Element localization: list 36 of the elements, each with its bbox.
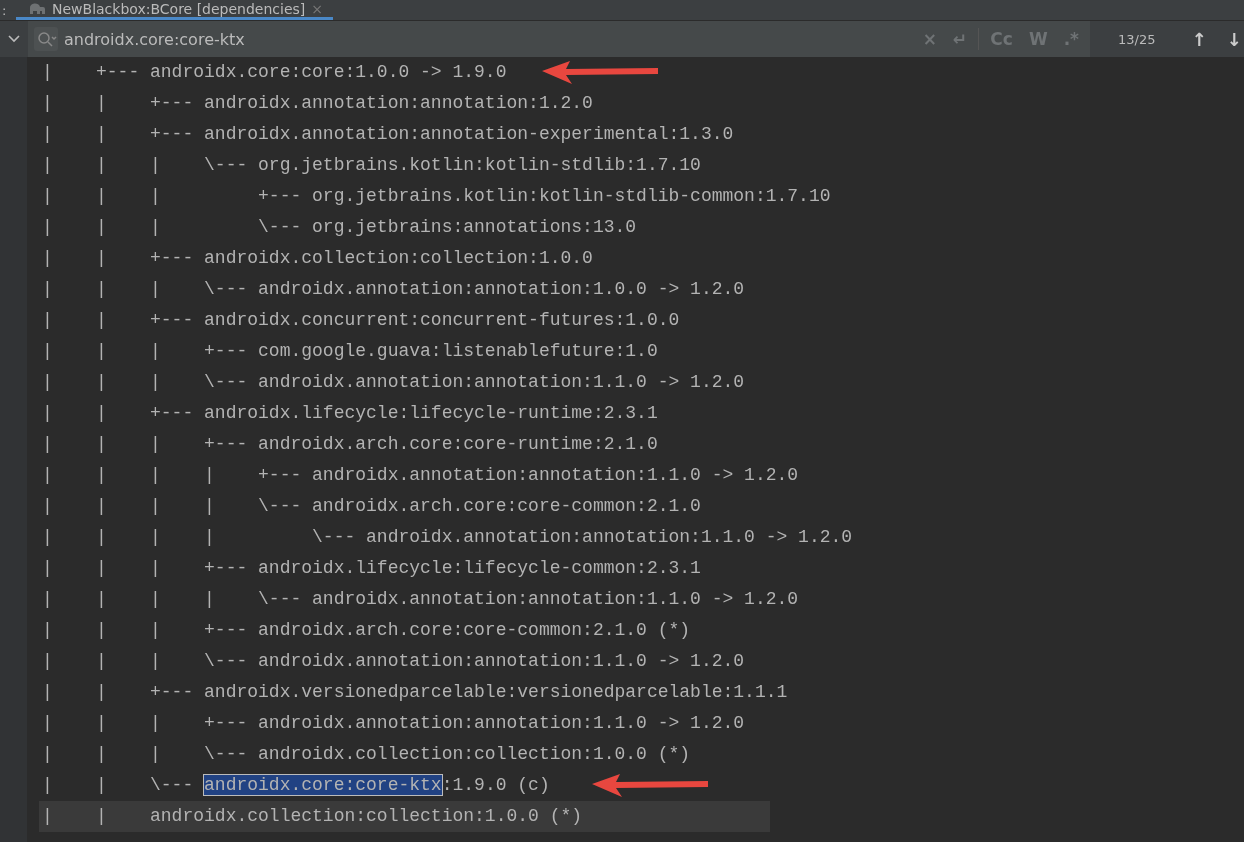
console-line: | | | | +--- androidx.annotation:annotation:1.1.0 -> 1.2.0	[42, 464, 799, 487]
elephant-icon	[28, 2, 46, 15]
console-line: :1.9.0 (c)	[441, 775, 550, 795]
console-line: | | | | \--- androidx.arch.core:core-common:2.1.0	[42, 495, 701, 518]
close-icon[interactable]: ×	[311, 0, 324, 17]
console-line: | | | +--- com.google.guava:listenablefuture:1.0	[42, 340, 658, 363]
search-option-toggle[interactable]: .*	[1058, 29, 1084, 49]
console-line: | | | +--- androidx.lifecycle:lifecycle-common:2.3.1	[42, 557, 701, 580]
clear-icon[interactable]: ×	[917, 29, 943, 49]
console-line: | | +--- androidx.annotation:annotation:1.2.0	[42, 92, 593, 115]
console-line: | | | \--- org.jetbrains.kotlin:kotlin-stdlib:1.7.10	[42, 154, 701, 177]
console-line: | | +--- androidx.annotation:annotation-experimental:1.3.0	[42, 123, 734, 146]
chevron-icon[interactable]	[8, 35, 20, 43]
match-count: 13/25	[1118, 31, 1156, 47]
console-line: | | | \--- androidx.annotation:annotation:1.1.0 -> 1.2.0	[42, 650, 745, 673]
console-line: | | +--- androidx.collection:collection:1.0.0	[42, 247, 593, 270]
previous-match-button[interactable]: ↑	[1191, 28, 1207, 50]
next-match-button[interactable]: ↓	[1226, 28, 1242, 50]
console-line: | | +--- androidx.lifecycle:lifecycle-runtime:2.3.1	[42, 402, 658, 425]
console-line: | | | \--- androidx.annotation:annotation:1.1.0 -> 1.2.0	[42, 371, 745, 394]
console-line: | | | +--- androidx.annotation:annotation:1.1.0 -> 1.2.0	[42, 712, 745, 735]
console-line: | | | | \--- androidx.annotation:annotation:1.1.0 -> 1.2.0	[42, 526, 853, 549]
separator-glyph: :	[1, 2, 8, 18]
console-line: | | \---	[42, 775, 195, 795]
console-line: | | +--- androidx.versionedparcelable:versionedparcelable:1.1.1	[42, 681, 788, 704]
console-line: | | | | \--- androidx.annotation:annotation:1.1.0 -> 1.2.0	[42, 588, 799, 611]
search-match: androidx.core:core-ktx	[204, 775, 442, 795]
console-line: | | | +--- org.jetbrains.kotlin:kotlin-stdlib-common:1.7.10	[42, 185, 831, 208]
console-line: | | | \--- androidx.annotation:annotation:1.0.0 -> 1.2.0	[42, 278, 745, 301]
newline-icon[interactable]: ↵	[948, 29, 973, 49]
console-line: | +--- androidx.core:core:1.0.0 -> 1.9.0	[42, 61, 507, 84]
console-line: | | +--- androidx.concurrent:concurrent-futures:1.0.0	[42, 309, 680, 332]
console-line: | | | +--- androidx.arch.core:core-common:2.1.0 (*)	[42, 619, 691, 642]
console-line: | | | \--- androidx.collection:collection:1.0.0 (*)	[42, 743, 691, 766]
console-line: | | | \--- org.jetbrains:annotations:13.0	[42, 216, 637, 239]
console-line: | | | +--- androidx.arch.core:core-runtime:2.1.0	[42, 433, 658, 456]
